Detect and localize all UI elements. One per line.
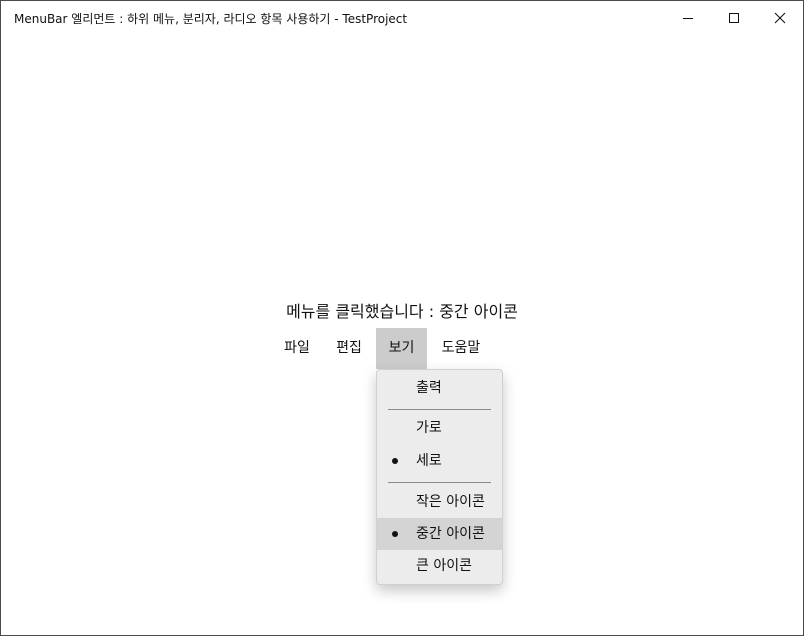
status-text: 메뉴를 클릭했습니다 : 중간 아이콘 [286,302,518,321]
menu-item-vertical[interactable]: 세로 [377,445,502,477]
menu-item-output[interactable]: 출력 [377,372,502,404]
menu-edit[interactable]: 편집 [324,328,374,369]
radio-bullet-icon [392,531,398,537]
menu-item-label: 가로 [416,420,442,436]
radio-bullet-icon [392,458,398,464]
menu-view[interactable]: 보기 [376,328,427,369]
window-title: MenuBar 엘리먼트 : 하위 메뉴, 분리자, 라디오 항목 사용하기 -… [14,12,408,26]
menu-item-label: 작은 아이콘 [416,494,485,510]
menu-separator [388,409,491,410]
app-window: MenuBar 엘리먼트 : 하위 메뉴, 분리자, 라디오 항목 사용하기 -… [0,0,804,636]
minimize-button[interactable] [665,1,711,35]
close-button[interactable] [757,1,803,35]
menu-item-label: 출력 [416,380,442,396]
menu-item-label: 세로 [416,453,442,469]
maximize-button[interactable] [711,1,757,35]
menu-item-small-icons[interactable]: 작은 아이콘 [377,486,502,518]
close-icon [774,12,786,24]
menu-file[interactable]: 파일 [272,328,322,369]
menu-help[interactable]: 도움말 [430,328,492,369]
maximize-icon [729,13,739,23]
menu-item-horizontal[interactable]: 가로 [377,412,502,444]
menu-item-label: 중간 아이콘 [416,526,485,542]
minimize-icon [683,18,693,19]
menu-item-medium-icons[interactable]: 중간 아이콘 [377,518,502,550]
title-bar[interactable]: MenuBar 엘리먼트 : 하위 메뉴, 분리자, 라디오 항목 사용하기 -… [1,1,803,35]
view-menu-flyout: 출력 가로 세로 작은 아이콘 중간 아이콘 큰 아이콘 [376,369,503,585]
menu-item-large-icons[interactable]: 큰 아이콘 [377,550,502,582]
menu-item-label: 큰 아이콘 [416,558,472,574]
menu-separator [388,482,491,483]
